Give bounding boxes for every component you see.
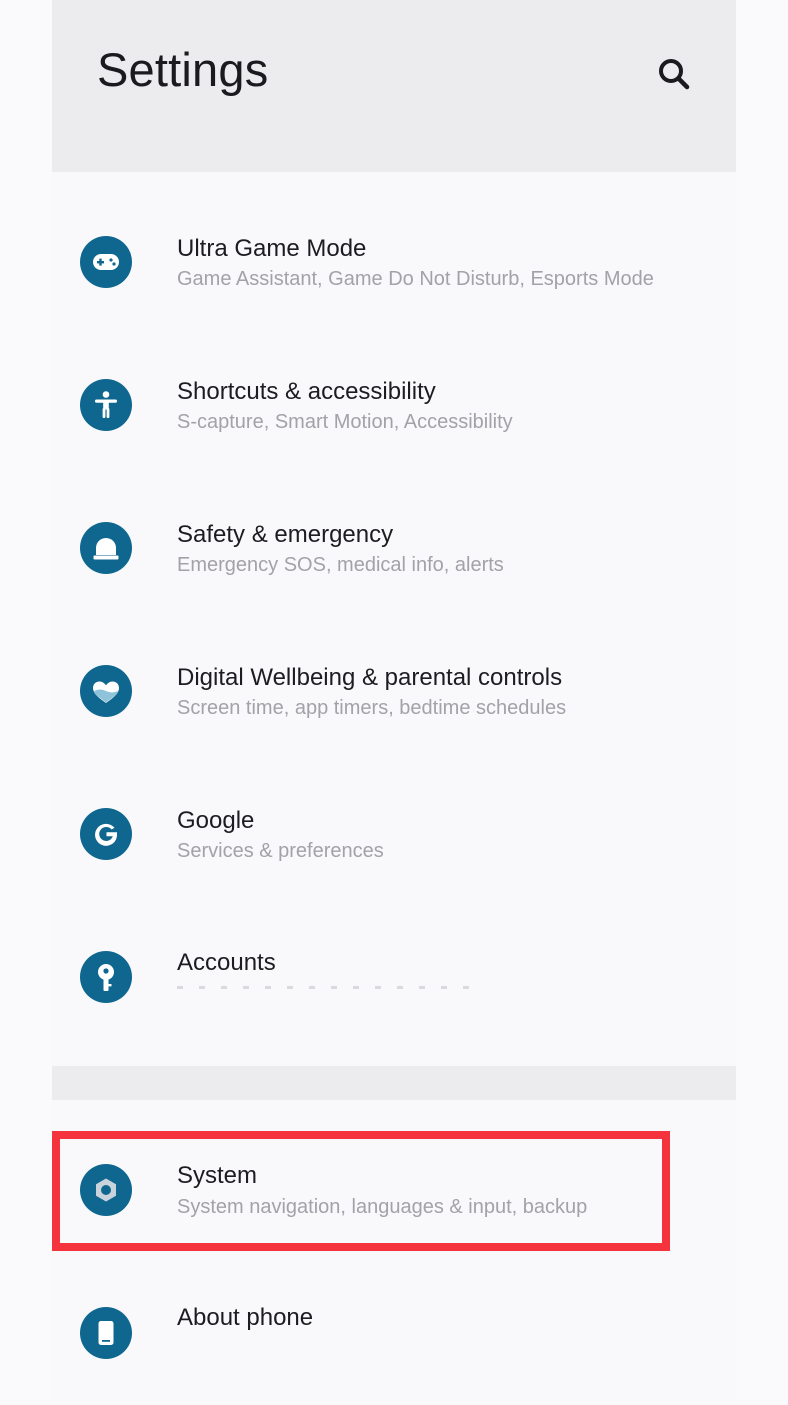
settings-item-accounts[interactable]: Accounts: [52, 906, 736, 1049]
item-title: Shortcuts & accessibility: [177, 378, 436, 405]
search-icon: [659, 59, 690, 90]
emergency-light-icon: [80, 522, 132, 574]
settings-item-shortcuts-accessibility[interactable]: Shortcuts & accessibility S-capture, Sma…: [52, 334, 736, 477]
phone-icon: [80, 1307, 132, 1359]
item-subtitle: Game Assistant, Game Do Not Disturb, Esp…: [177, 268, 654, 290]
accounts-subtitle-faded: [177, 986, 477, 989]
key-icon: [80, 951, 132, 1003]
item-title: Accounts: [177, 949, 276, 976]
item-subtitle: Screen time, app timers, bedtime schedul…: [177, 697, 567, 719]
search-button[interactable]: [650, 50, 698, 98]
item-title: Safety & emergency: [177, 521, 394, 548]
google-icon: [80, 808, 132, 860]
gamepad-icon: [80, 236, 132, 288]
settings-screen: Settings Ultra Game Mode Game Assistant,…: [52, 0, 736, 1400]
app-bar: Settings: [52, 0, 736, 172]
section-divider: [52, 1066, 736, 1100]
wellbeing-heart-icon: [80, 665, 132, 717]
item-subtitle: Emergency SOS, medical info, alerts: [177, 554, 504, 576]
item-title: Digital Wellbeing & parental controls: [177, 664, 563, 691]
page-title: Settings: [97, 43, 269, 96]
item-title: Google: [177, 807, 255, 834]
settings-item-about-phone[interactable]: About phone: [52, 1262, 736, 1405]
settings-item-system[interactable]: System System navigation, languages & in…: [52, 1119, 736, 1262]
settings-item-safety-emergency[interactable]: Safety & emergency Emergency SOS, medica…: [52, 477, 736, 620]
item-title: Ultra Game Mode: [177, 235, 367, 262]
settings-item-ultra-game-mode[interactable]: Ultra Game Mode Game Assistant, Game Do …: [52, 191, 736, 334]
accessibility-icon: [80, 379, 132, 431]
item-subtitle: System navigation, languages & input, ba…: [177, 1196, 588, 1218]
system-hexagon-icon: [80, 1164, 132, 1216]
settings-item-digital-wellbeing[interactable]: Digital Wellbeing & parental controls Sc…: [52, 620, 736, 763]
item-title: About phone: [177, 1304, 314, 1331]
item-title: System: [177, 1162, 258, 1189]
item-subtitle: S-capture, Smart Motion, Accessibility: [177, 411, 513, 433]
item-subtitle: Services & preferences: [177, 840, 384, 862]
settings-item-google[interactable]: Google Services & preferences: [52, 763, 736, 906]
